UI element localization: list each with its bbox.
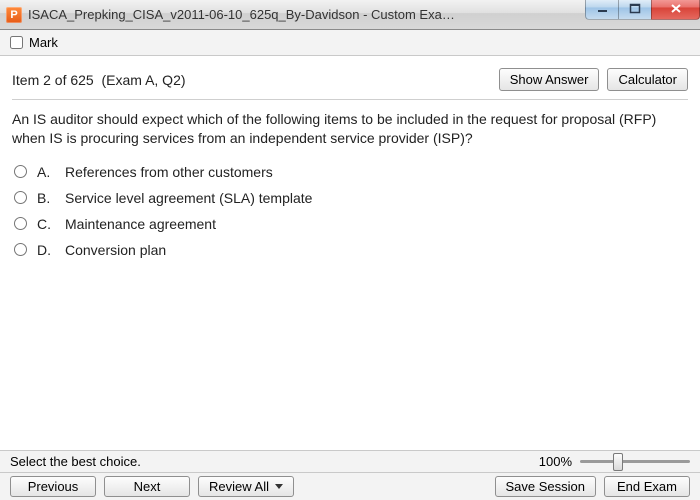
calculator-button[interactable]: Calculator	[607, 68, 688, 91]
zoom-slider[interactable]	[580, 460, 690, 463]
option-d-letter: D.	[37, 242, 55, 258]
option-a-radio[interactable]	[14, 165, 27, 178]
status-bar: Select the best choice. 100%	[0, 450, 700, 472]
chevron-down-icon	[275, 484, 283, 489]
mark-row: Mark	[0, 30, 700, 56]
app-icon: P	[6, 7, 22, 23]
item-counter-row: Item 2 of 625 (Exam A, Q2)	[12, 72, 186, 88]
show-answer-button[interactable]: Show Answer	[499, 68, 600, 91]
window-titlebar: P ISACA_Prepking_CISA_v2011-06-10_625q_B…	[0, 0, 700, 30]
previous-button[interactable]: Previous	[10, 476, 96, 497]
save-session-button[interactable]: Save Session	[495, 476, 597, 497]
minimize-button[interactable]	[585, 0, 619, 20]
window-controls	[586, 0, 700, 20]
option-b-text: Service level agreement (SLA) template	[65, 190, 312, 206]
option-b-radio[interactable]	[14, 191, 27, 204]
nav-group: Previous Next Review All	[10, 476, 294, 497]
zoom-label: 100%	[539, 454, 572, 469]
session-group: Save Session End Exam	[495, 476, 691, 497]
option-c[interactable]: C. Maintenance agreement	[14, 216, 688, 232]
option-d[interactable]: D. Conversion plan	[14, 242, 688, 258]
option-c-radio[interactable]	[14, 217, 27, 230]
bottom-toolbar: Previous Next Review All Save Session En…	[0, 472, 700, 500]
mark-checkbox[interactable]	[10, 36, 23, 49]
next-button[interactable]: Next	[104, 476, 190, 497]
close-button[interactable]	[651, 0, 700, 20]
review-all-label: Review All	[209, 479, 269, 494]
option-d-radio[interactable]	[14, 243, 27, 256]
status-hint: Select the best choice.	[10, 454, 141, 469]
option-a-text: References from other customers	[65, 164, 273, 180]
end-exam-button[interactable]: End Exam	[604, 476, 690, 497]
maximize-icon	[629, 3, 641, 14]
divider	[12, 99, 688, 100]
option-c-letter: C.	[37, 216, 55, 232]
zoom-group: 100%	[539, 454, 690, 469]
close-icon	[670, 3, 682, 14]
mark-label: Mark	[29, 35, 58, 50]
content-area: Item 2 of 625 (Exam A, Q2) Show Answer C…	[0, 56, 700, 450]
item-header: Item 2 of 625 (Exam A, Q2) Show Answer C…	[12, 68, 688, 91]
item-exam-ref: (Exam A, Q2)	[102, 72, 186, 88]
option-b-letter: B.	[37, 190, 55, 206]
option-a[interactable]: A. References from other customers	[14, 164, 688, 180]
minimize-icon	[597, 3, 608, 14]
options-list: A. References from other customers B. Se…	[12, 164, 688, 258]
maximize-button[interactable]	[618, 0, 652, 20]
option-a-letter: A.	[37, 164, 55, 180]
item-counter: Item 2 of 625	[12, 72, 94, 88]
option-b[interactable]: B. Service level agreement (SLA) templat…	[14, 190, 688, 206]
window-title: ISACA_Prepking_CISA_v2011-06-10_625q_By-…	[28, 7, 458, 22]
question-text: An IS auditor should expect which of the…	[12, 110, 688, 148]
review-all-button[interactable]: Review All	[198, 476, 294, 497]
option-c-text: Maintenance agreement	[65, 216, 216, 232]
option-d-text: Conversion plan	[65, 242, 166, 258]
item-actions: Show Answer Calculator	[499, 68, 688, 91]
